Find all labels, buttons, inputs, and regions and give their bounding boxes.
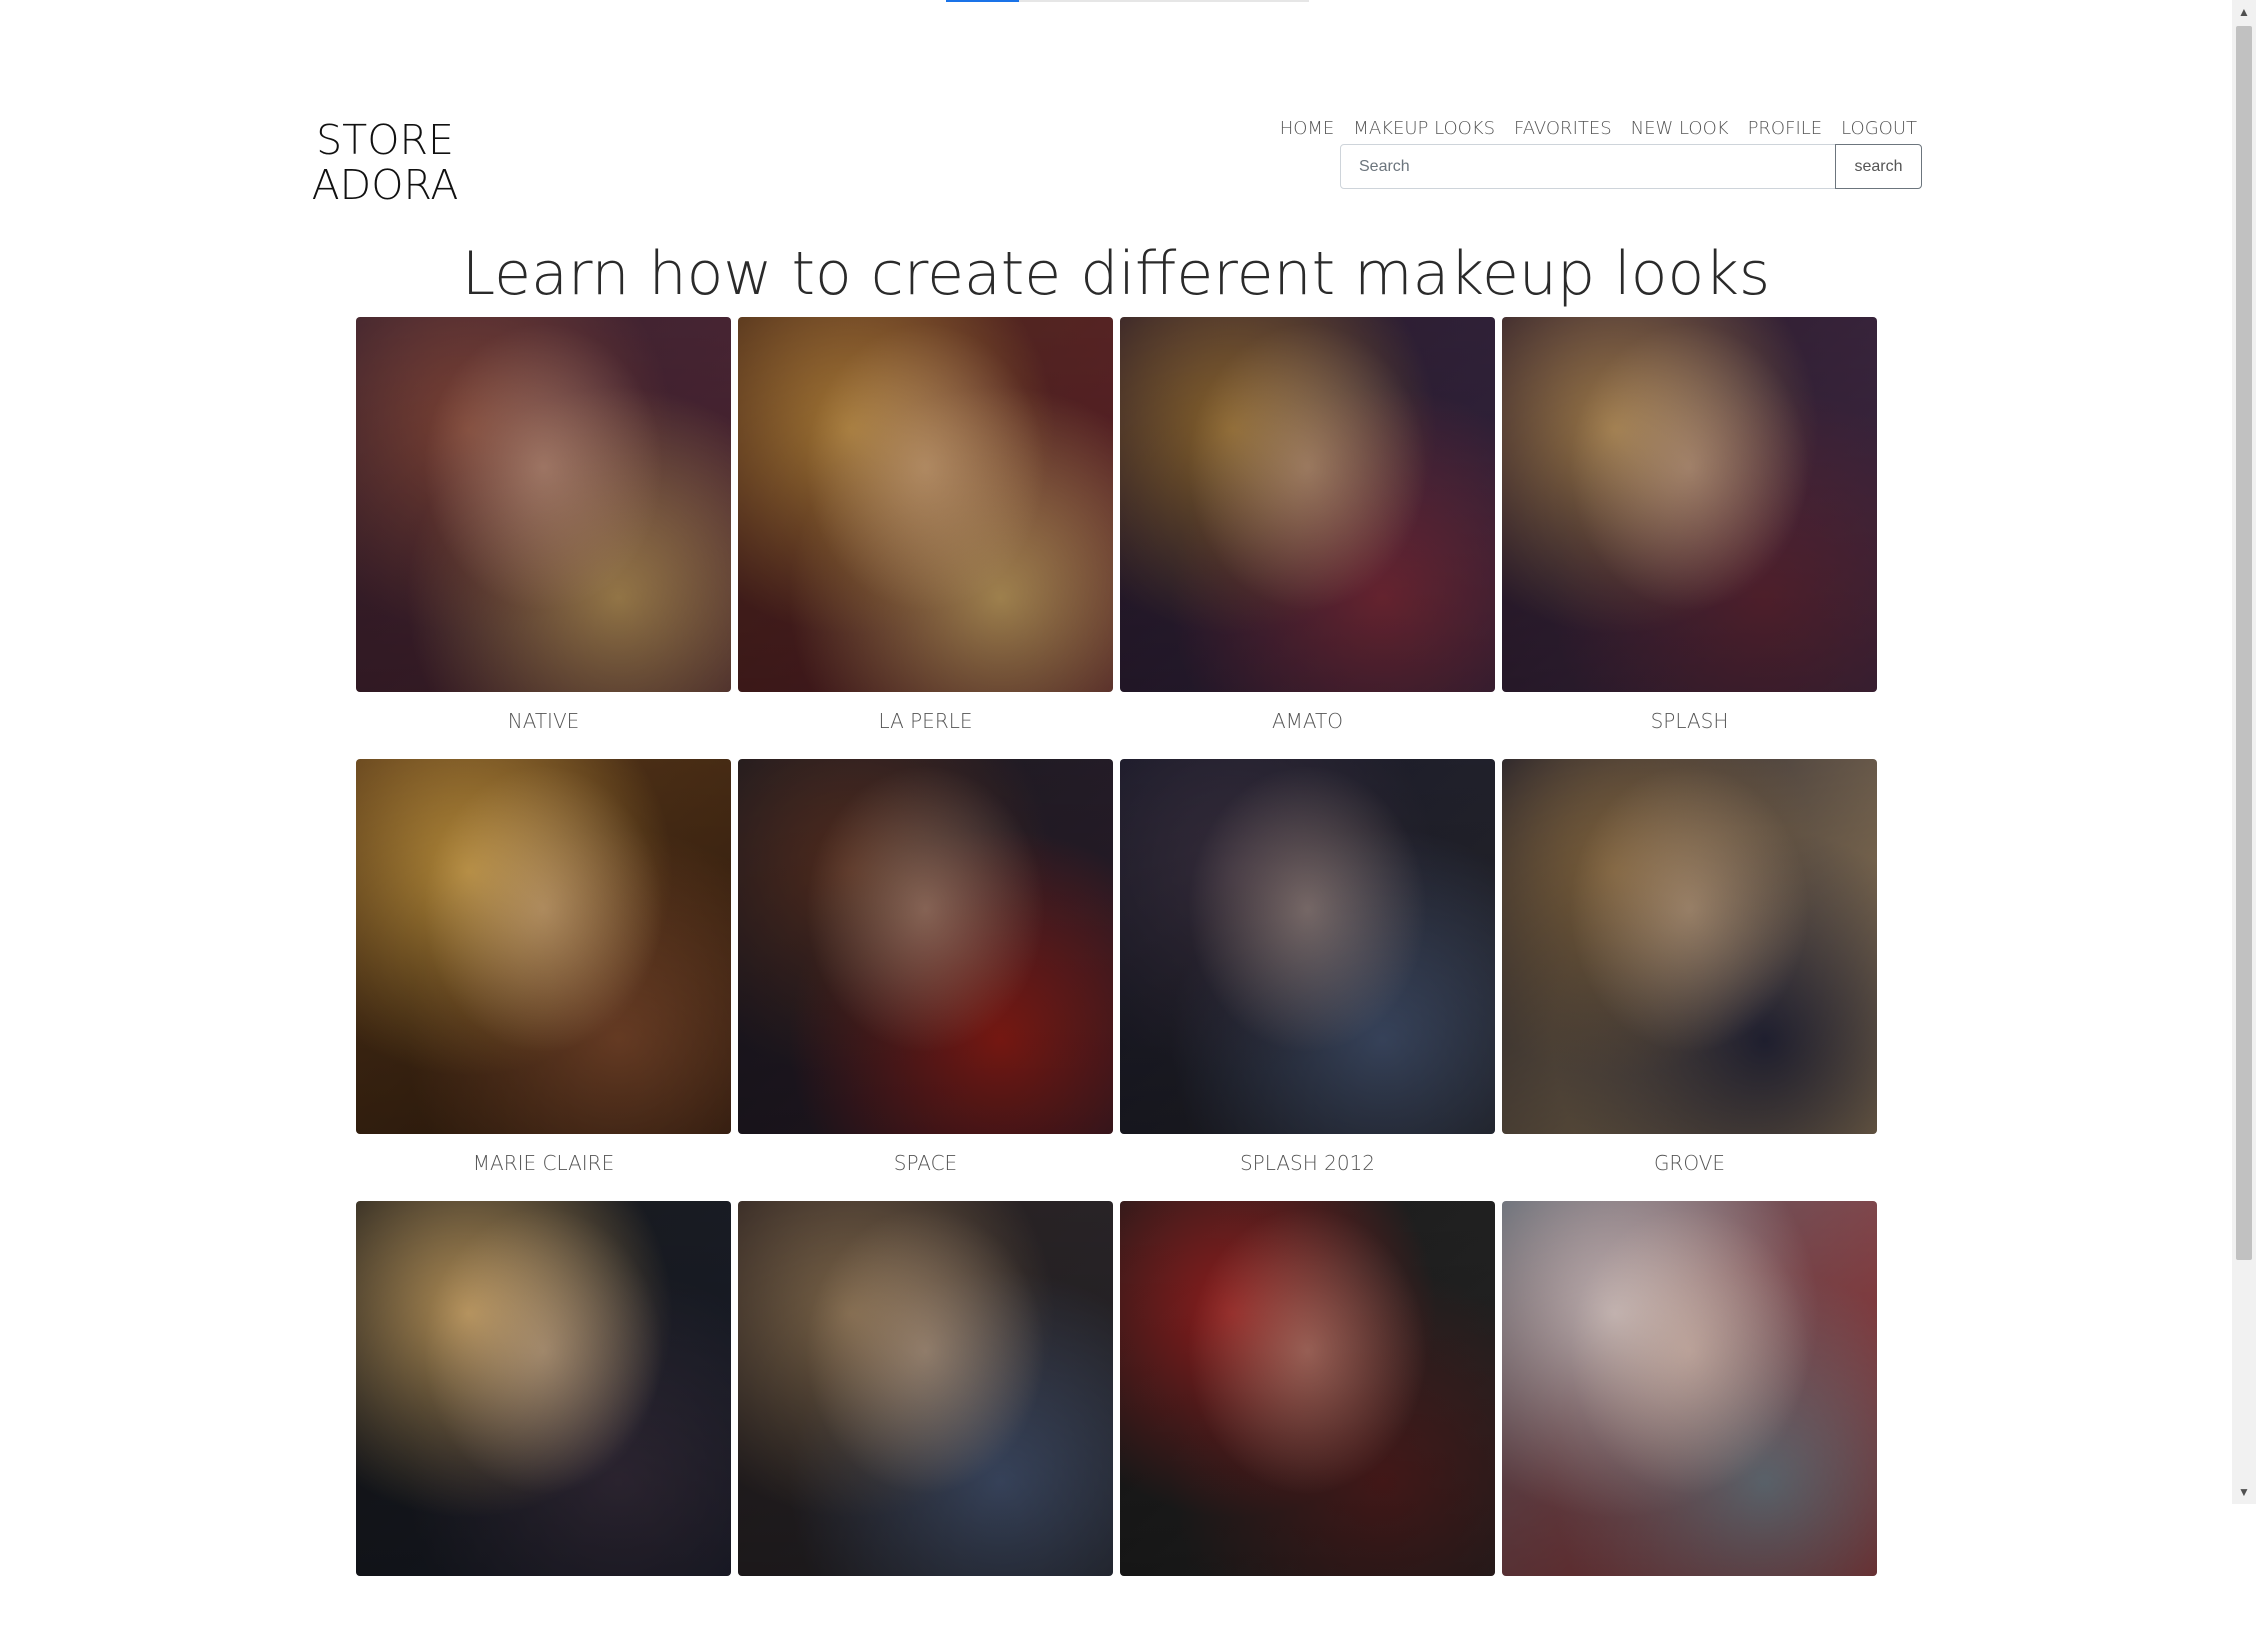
look-image[interactable] bbox=[738, 759, 1113, 1134]
scrollbar-thumb[interactable] bbox=[2236, 26, 2252, 1260]
look-card[interactable] bbox=[356, 1201, 731, 1643]
look-image[interactable] bbox=[1502, 759, 1877, 1134]
brand-line-1: STORE bbox=[316, 116, 454, 164]
look-label[interactable]: AMATO bbox=[1120, 707, 1495, 735]
look-label[interactable]: MARIE CLAIRE bbox=[356, 1149, 731, 1177]
look-image[interactable] bbox=[1120, 759, 1495, 1134]
page-title: Learn how to create different makeup loo… bbox=[461, 239, 1771, 309]
search-input[interactable] bbox=[1340, 144, 1836, 189]
scrollbar[interactable]: ▲ ▼ bbox=[2232, 0, 2256, 1504]
look-label[interactable]: NATIVE bbox=[356, 707, 731, 735]
look-image[interactable] bbox=[1502, 317, 1877, 692]
look-card[interactable]: AMATO bbox=[1120, 317, 1495, 759]
nav-favorites[interactable]: FAVORITES bbox=[1514, 116, 1612, 142]
look-label[interactable]: SPACE bbox=[738, 1149, 1113, 1177]
look-image[interactable] bbox=[1120, 317, 1495, 692]
look-image[interactable] bbox=[356, 317, 731, 692]
look-image[interactable] bbox=[1502, 1201, 1877, 1576]
nav-makeup-looks[interactable]: MAKEUP LOOKS bbox=[1353, 116, 1495, 142]
search-form: search bbox=[1340, 144, 1922, 189]
look-image[interactable] bbox=[738, 1201, 1113, 1576]
look-label[interactable]: SPLASH bbox=[1502, 707, 1877, 735]
look-card[interactable]: SPLASH 2012 bbox=[1120, 759, 1495, 1201]
page-loading-bar bbox=[946, 0, 1309, 2]
brand-logo[interactable]: STORE ADORA bbox=[300, 118, 470, 208]
look-label[interactable]: GROVE bbox=[1502, 1149, 1877, 1177]
nav-home[interactable]: HOME bbox=[1280, 116, 1335, 142]
look-image[interactable] bbox=[356, 759, 731, 1134]
look-image[interactable] bbox=[738, 317, 1113, 692]
look-card[interactable]: SPLASH bbox=[1502, 317, 1877, 759]
look-card[interactable]: GROVE bbox=[1502, 759, 1877, 1201]
scroll-up-arrow-icon[interactable]: ▲ bbox=[2232, 0, 2256, 24]
look-label[interactable]: LA PERLE bbox=[738, 707, 1113, 735]
nav-new-look[interactable]: NEW LOOK bbox=[1631, 116, 1729, 142]
look-card[interactable]: LA PERLE bbox=[738, 317, 1113, 759]
main-nav: HOME MAKEUP LOOKS FAVORITES NEW LOOK PRO… bbox=[1280, 116, 1917, 142]
page-loading-bar-fill bbox=[946, 0, 1019, 2]
look-image[interactable] bbox=[356, 1201, 731, 1576]
look-card[interactable]: NATIVE bbox=[356, 317, 731, 759]
scroll-down-arrow-icon[interactable]: ▼ bbox=[2232, 1480, 2256, 1504]
looks-grid: NATIVE LA PERLE AMATO SPLASH MARIE CLAIRE SPA… bbox=[356, 317, 1877, 1643]
nav-profile[interactable]: PROFILE bbox=[1748, 116, 1823, 142]
search-button[interactable]: search bbox=[1835, 144, 1922, 189]
look-card[interactable]: SPACE bbox=[738, 759, 1113, 1201]
look-card[interactable]: MARIE CLAIRE bbox=[356, 759, 731, 1201]
look-card[interactable] bbox=[738, 1201, 1113, 1643]
look-image[interactable] bbox=[1120, 1201, 1495, 1576]
brand-line-2: ADORA bbox=[311, 161, 459, 209]
look-label[interactable]: SPLASH 2012 bbox=[1120, 1149, 1495, 1177]
nav-logout[interactable]: LOGOUT bbox=[1841, 116, 1917, 142]
look-card[interactable] bbox=[1502, 1201, 1877, 1643]
look-card[interactable] bbox=[1120, 1201, 1495, 1643]
